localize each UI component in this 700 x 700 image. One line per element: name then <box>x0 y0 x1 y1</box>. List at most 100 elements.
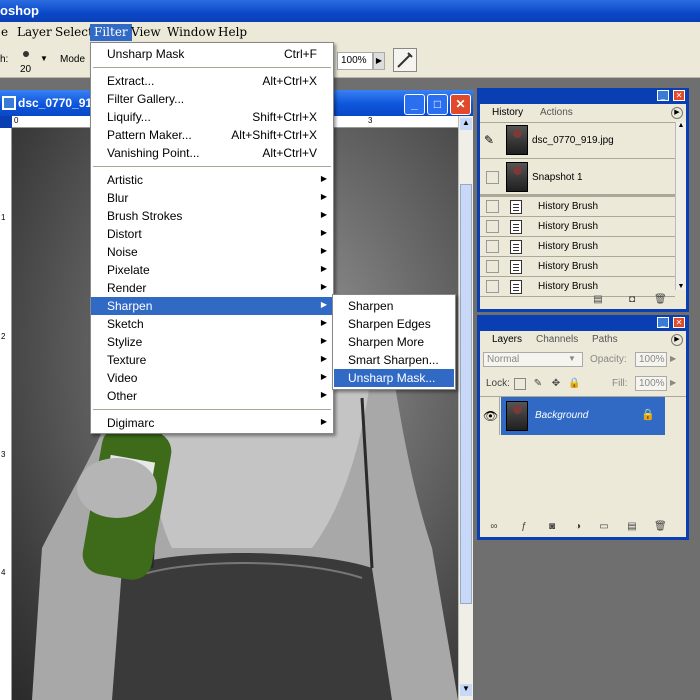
layer-mask-icon[interactable]: ◙ <box>546 521 558 533</box>
airbrush-icon[interactable] <box>393 48 417 72</box>
history-source-checkbox[interactable] <box>486 200 499 213</box>
menu-item-vanishing-point[interactable]: Vanishing Point... Alt+Ctrl+V <box>91 144 333 162</box>
menu-item-blur[interactable]: Blur ▶ <box>91 189 333 207</box>
menu-item-last-filter[interactable]: Unsharp Mask Ctrl+F <box>91 45 333 63</box>
submenu-item-sharpen[interactable]: Sharpen <box>334 297 454 315</box>
brush-dropdown-icon[interactable]: ▼ <box>40 54 48 63</box>
palette-minimize-icon[interactable]: _ <box>657 317 669 328</box>
vertical-scrollbar[interactable]: ▲ ▼ <box>458 116 473 700</box>
new-snapshot-icon[interactable]: ◘ <box>626 294 638 306</box>
new-layer-icon[interactable]: ▤ <box>626 521 638 533</box>
history-snapshot-row[interactable]: Snapshot 1 <box>480 159 675 197</box>
panel-menu-icon[interactable]: ▶ <box>671 107 683 119</box>
menu-edit[interactable]: e <box>0 24 12 41</box>
menu-filter[interactable]: Filter <box>90 24 132 41</box>
lock-move-icon[interactable]: ✥ <box>550 378 562 390</box>
scroll-up-icon[interactable]: ▲ <box>676 122 686 129</box>
history-state-row[interactable]: History Brush <box>480 257 675 277</box>
menu-item-brush-strokes[interactable]: Brush Strokes ▶ <box>91 207 333 225</box>
layer-thumbnail <box>506 401 528 431</box>
history-snapshot-row[interactable]: ✎ dsc_0770_919.jpg <box>480 123 675 159</box>
lock-brush-icon[interactable]: ✎ <box>532 378 544 390</box>
adjustment-layer-icon[interactable]: ◑ <box>572 521 584 533</box>
tab-layers[interactable]: Layers <box>488 334 527 347</box>
history-brush-source-icon[interactable]: ✎ <box>484 133 494 147</box>
history-source-checkbox[interactable] <box>486 171 499 184</box>
history-source-checkbox[interactable] <box>486 220 499 233</box>
lock-all-icon[interactable]: 🔒 <box>568 378 580 390</box>
close-icon[interactable]: ✕ <box>450 94 471 115</box>
link-layers-icon[interactable]: ∞ <box>488 521 500 533</box>
history-state-row[interactable]: History Brush <box>480 197 675 217</box>
menu-item-sketch[interactable]: Sketch ▶ <box>91 315 333 333</box>
menu-item-digimarc[interactable]: Digimarc ▶ <box>91 414 333 432</box>
scroll-thumb[interactable] <box>460 184 472 604</box>
menu-item-pattern-maker[interactable]: Pattern Maker... Alt+Shift+Ctrl+X <box>91 126 333 144</box>
trash-icon[interactable]: 🗑 <box>654 294 667 306</box>
menu-item-stylize[interactable]: Stylize ▶ <box>91 333 333 351</box>
menu-item-artistic[interactable]: Artistic ▶ <box>91 171 333 189</box>
scroll-up-icon[interactable]: ▲ <box>460 118 472 130</box>
history-source-checkbox[interactable] <box>486 240 499 253</box>
new-group-icon[interactable]: ▭ <box>598 521 610 533</box>
history-scrollbar[interactable]: ▲ ▼ <box>675 122 686 290</box>
menu-item-distort[interactable]: Distort ▶ <box>91 225 333 243</box>
history-state-row[interactable]: History Brush <box>480 237 675 257</box>
history-state-row[interactable]: History Brush <box>480 277 675 297</box>
scroll-down-icon[interactable]: ▼ <box>460 684 472 696</box>
menu-item-pixelate[interactable]: Pixelate ▶ <box>91 261 333 279</box>
submenu-item-sharpen-edges[interactable]: Sharpen Edges <box>334 315 454 333</box>
menu-item-render[interactable]: Render ▶ <box>91 279 333 297</box>
history-source-checkbox[interactable] <box>486 260 499 273</box>
minimize-icon[interactable]: _ <box>404 94 425 115</box>
menu-item-liquify[interactable]: Liquify... Shift+Ctrl+X <box>91 108 333 126</box>
submenu-arrow-icon: ▶ <box>320 300 327 309</box>
eye-icon[interactable]: 👁 <box>483 409 498 423</box>
menu-window[interactable]: Window <box>163 24 220 41</box>
history-source-checkbox[interactable] <box>486 280 499 293</box>
menu-layer[interactable]: Layer <box>13 24 56 41</box>
menu-item-extract[interactable]: Extract... Alt+Ctrl+X <box>91 72 333 90</box>
menu-item-sharpen[interactable]: Sharpen ▶ <box>91 297 333 315</box>
palette-close-icon[interactable]: ✕ <box>673 90 685 101</box>
menu-help[interactable]: Help <box>214 24 251 41</box>
tab-actions[interactable]: Actions <box>536 107 577 120</box>
scroll-down-icon[interactable]: ▼ <box>676 283 686 290</box>
snapshot-label: dsc_0770_919.jpg <box>532 135 614 146</box>
menu-item-other[interactable]: Other ▶ <box>91 387 333 405</box>
opacity-field[interactable]: 100% <box>635 352 667 367</box>
lock-transparent-icon[interactable] <box>514 378 526 390</box>
fill-field[interactable]: 100% <box>635 376 667 391</box>
palette-minimize-icon[interactable]: _ <box>657 90 669 101</box>
layer-style-icon[interactable]: ƒ <box>518 521 530 533</box>
trash-icon[interactable]: 🗑 <box>654 521 667 533</box>
submenu-item-smart-sharpen[interactable]: Smart Sharpen... <box>334 351 454 369</box>
maximize-icon[interactable]: □ <box>427 94 448 115</box>
submenu-item-unsharp-mask[interactable]: Unsharp Mask... <box>334 369 454 387</box>
menu-item-video[interactable]: Video ▶ <box>91 369 333 387</box>
menu-item-filter-gallery[interactable]: Filter Gallery... <box>91 90 333 108</box>
history-state-row[interactable]: History Brush <box>480 217 675 237</box>
zoom-arrow-icon[interactable]: ▶ <box>373 52 385 70</box>
layer-row-background[interactable]: Background 🔒 <box>501 397 665 435</box>
submenu-item-sharpen-more[interactable]: Sharpen More <box>334 333 454 351</box>
new-document-from-state-icon[interactable]: ▤ <box>592 294 604 306</box>
tab-history[interactable]: History <box>488 107 528 120</box>
panel-menu-icon[interactable]: ▶ <box>671 334 683 346</box>
menu-item-label: Texture <box>107 353 147 367</box>
menu-item-texture[interactable]: Texture ▶ <box>91 351 333 369</box>
chevron-down-icon[interactable]: ▼ <box>568 354 576 363</box>
menu-item-label: Filter Gallery... <box>107 92 185 106</box>
menu-item-noise[interactable]: Noise ▶ <box>91 243 333 261</box>
submenu-arrow-icon: ▶ <box>320 417 327 426</box>
tab-channels[interactable]: Channels <box>532 334 582 347</box>
menu-item-label: Artistic <box>107 173 143 187</box>
palette-close-icon[interactable]: ✕ <box>673 317 685 328</box>
visibility-cell[interactable]: 👁 <box>480 397 500 435</box>
opacity-slider-icon[interactable]: ▶ <box>670 354 676 363</box>
menu-view[interactable]: View <box>127 24 165 41</box>
brush-preview-icon[interactable] <box>18 47 34 63</box>
tab-paths[interactable]: Paths <box>588 334 622 347</box>
zoom-field[interactable]: 100% <box>337 52 373 70</box>
fill-slider-icon[interactable]: ▶ <box>670 378 676 387</box>
